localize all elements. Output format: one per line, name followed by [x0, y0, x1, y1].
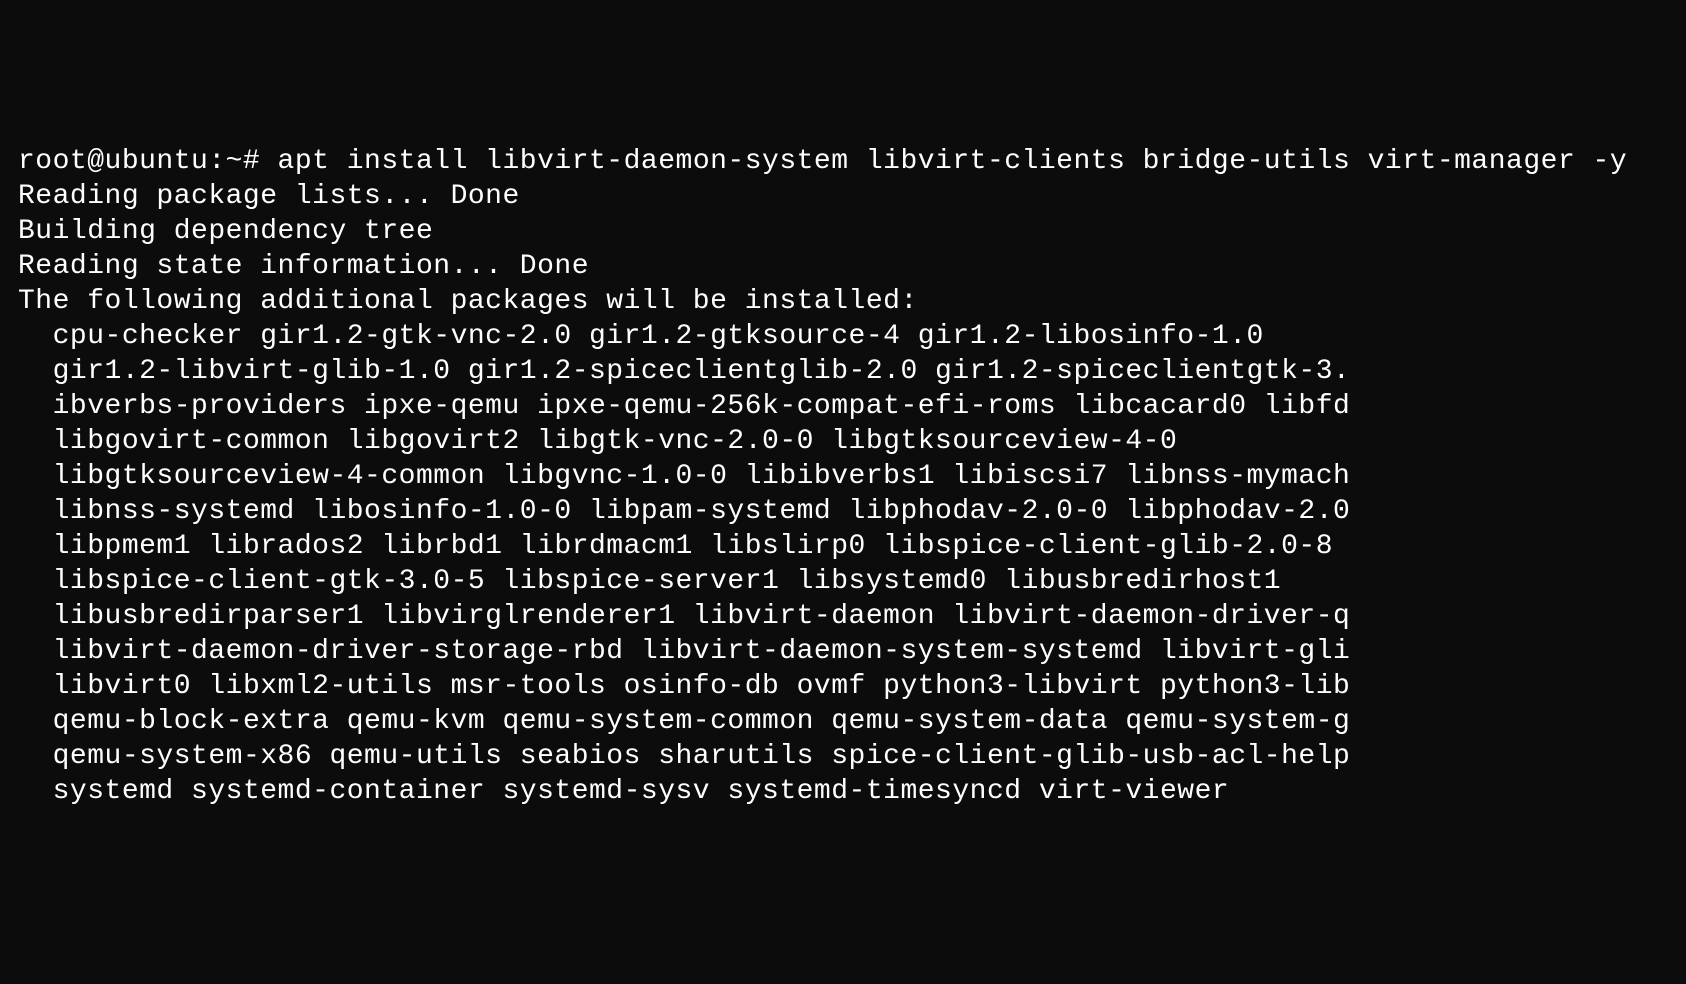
command-input: apt install libvirt-daemon-system libvir…: [278, 146, 1628, 177]
output-line: libvirt-daemon-driver-storage-rbd libvir…: [18, 636, 1350, 667]
output-line: qemu-system-x86 qemu-utils seabios sharu…: [18, 741, 1350, 772]
output-line: libvirt0 libxml2-utils msr-tools osinfo-…: [18, 671, 1350, 702]
output-line: libspice-client-gtk-3.0-5 libspice-serve…: [18, 566, 1281, 597]
output-line: ibverbs-providers ipxe-qemu ipxe-qemu-25…: [18, 391, 1350, 422]
output-line: libusbredirparser1 libvirglrenderer1 lib…: [18, 601, 1350, 632]
output-line: libnss-systemd libosinfo-1.0-0 libpam-sy…: [18, 496, 1350, 527]
terminal-output[interactable]: root@ubuntu:~# apt install libvirt-daemo…: [18, 144, 1668, 809]
output-line: qemu-block-extra qemu-kvm qemu-system-co…: [18, 706, 1350, 737]
shell-prompt: root@ubuntu:~#: [18, 146, 278, 177]
output-line: libgtksourceview-4-common libgvnc-1.0-0 …: [18, 461, 1350, 492]
output-line: libgovirt-common libgovirt2 libgtk-vnc-2…: [18, 426, 1177, 457]
output-line: gir1.2-libvirt-glib-1.0 gir1.2-spiceclie…: [18, 356, 1350, 387]
output-line: cpu-checker gir1.2-gtk-vnc-2.0 gir1.2-gt…: [18, 321, 1264, 352]
output-line: Reading state information... Done: [18, 251, 589, 282]
output-line: Reading package lists... Done: [18, 181, 520, 212]
output-line: The following additional packages will b…: [18, 286, 918, 317]
output-line: libpmem1 librados2 librbd1 librdmacm1 li…: [18, 531, 1333, 562]
output-line: Building dependency tree: [18, 216, 433, 247]
